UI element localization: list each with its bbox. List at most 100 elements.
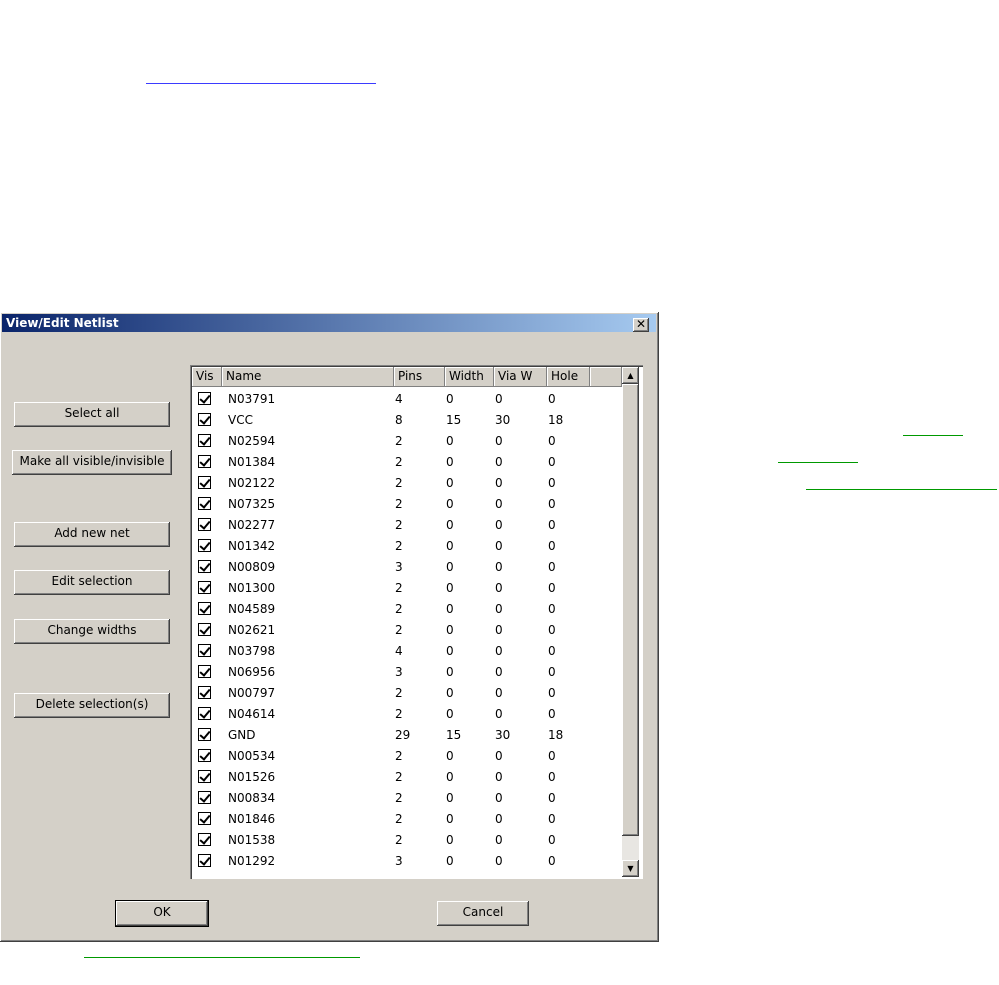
column-header-vis[interactable]: Vis <box>192 367 222 387</box>
page-link-underline-right-1[interactable] <box>903 435 963 436</box>
hole-cell: 0 <box>548 601 556 616</box>
table-row[interactable]: N00797 2 0 0 0 <box>192 682 622 703</box>
visibility-checkbox[interactable] <box>198 602 211 615</box>
table-row[interactable]: N06956 3 0 0 0 <box>192 661 622 682</box>
pins-cell: 2 <box>395 685 403 700</box>
table-row[interactable]: N01526 2 0 0 0 <box>192 766 622 787</box>
visibility-checkbox[interactable] <box>198 707 211 720</box>
table-row[interactable]: N07325 2 0 0 0 <box>192 493 622 514</box>
table-row[interactable]: VCC 8 15 30 18 <box>192 409 622 430</box>
visibility-checkbox[interactable] <box>198 728 211 741</box>
visibility-checkbox[interactable] <box>198 791 211 804</box>
table-row[interactable]: N01300 2 0 0 0 <box>192 577 622 598</box>
scroll-down-icon[interactable]: ▼ <box>622 860 639 877</box>
width-cell: 0 <box>446 559 454 574</box>
scroll-thumb[interactable] <box>622 384 639 836</box>
width-cell: 0 <box>446 391 454 406</box>
via-width-cell: 0 <box>495 790 503 805</box>
table-row[interactable]: GND 29 15 30 18 <box>192 724 622 745</box>
visibility-checkbox[interactable] <box>198 581 211 594</box>
scroll-up-icon[interactable]: ▲ <box>622 367 639 384</box>
visibility-checkbox[interactable] <box>198 455 211 468</box>
via-width-cell: 0 <box>495 769 503 784</box>
hole-cell: 0 <box>548 580 556 595</box>
table-row[interactable]: N03798 4 0 0 0 <box>192 640 622 661</box>
table-row[interactable]: N02594 2 0 0 0 <box>192 430 622 451</box>
table-row[interactable]: N00809 3 0 0 0 <box>192 556 622 577</box>
hole-cell: 0 <box>548 538 556 553</box>
pins-cell: 2 <box>395 790 403 805</box>
width-cell: 0 <box>446 853 454 868</box>
net-name-cell: N01846 <box>228 811 276 826</box>
net-name-cell: N06956 <box>228 664 276 679</box>
vertical-scrollbar[interactable]: ▲ ▼ <box>622 367 639 877</box>
net-name-cell: N01292 <box>228 853 276 868</box>
visibility-checkbox[interactable] <box>198 518 211 531</box>
cancel-button[interactable]: Cancel <box>437 901 529 926</box>
net-name-cell: N00797 <box>228 685 276 700</box>
change-widths-button[interactable]: Change widths <box>14 619 170 644</box>
column-header-via-w[interactable]: Via W <box>494 367 547 387</box>
table-row[interactable]: N00534 2 0 0 0 <box>192 745 622 766</box>
visibility-checkbox[interactable] <box>198 623 211 636</box>
pins-cell: 2 <box>395 748 403 763</box>
table-row[interactable]: N02122 2 0 0 0 <box>192 472 622 493</box>
close-icon[interactable]: ✕ <box>633 318 649 332</box>
dialog-titlebar[interactable]: View/Edit Netlist <box>2 314 656 332</box>
pins-cell: 3 <box>395 853 403 868</box>
visibility-checkbox[interactable] <box>198 476 211 489</box>
table-row[interactable]: N01384 2 0 0 0 <box>192 451 622 472</box>
table-row[interactable]: N01292 3 0 0 0 <box>192 850 622 871</box>
page-link-underline-right-3[interactable] <box>806 489 997 490</box>
column-header-spacer <box>590 367 622 387</box>
net-name-cell: N02594 <box>228 433 276 448</box>
page-link-underline-top[interactable] <box>146 83 376 84</box>
make-all-visible-button[interactable]: Make all visible/invisible <box>12 450 172 475</box>
table-row[interactable]: N01342 2 0 0 0 <box>192 535 622 556</box>
table-row[interactable]: N04589 2 0 0 0 <box>192 598 622 619</box>
column-header-name[interactable]: Name <box>222 367 394 387</box>
page-link-underline-right-2[interactable] <box>778 462 858 463</box>
visibility-checkbox[interactable] <box>198 812 211 825</box>
table-row[interactable]: N00834 2 0 0 0 <box>192 787 622 808</box>
visibility-checkbox[interactable] <box>198 392 211 405</box>
visibility-checkbox[interactable] <box>198 497 211 510</box>
table-row[interactable]: N01538 2 0 0 0 <box>192 829 622 850</box>
pins-cell: 2 <box>395 706 403 721</box>
table-header: Vis Name Pins Width Via W Hole <box>192 367 622 387</box>
table-row[interactable]: N02277 2 0 0 0 <box>192 514 622 535</box>
visibility-checkbox[interactable] <box>198 686 211 699</box>
visibility-checkbox[interactable] <box>198 854 211 867</box>
visibility-checkbox[interactable] <box>198 539 211 552</box>
visibility-checkbox[interactable] <box>198 833 211 846</box>
column-header-hole[interactable]: Hole <box>547 367 590 387</box>
table-row[interactable]: N04614 2 0 0 0 <box>192 703 622 724</box>
page-link-underline-bottom[interactable] <box>84 957 360 958</box>
ok-button[interactable]: OK <box>116 901 208 926</box>
via-width-cell: 0 <box>495 391 503 406</box>
width-cell: 0 <box>446 601 454 616</box>
table-row[interactable]: N03791 4 0 0 0 <box>192 388 622 409</box>
pins-cell: 2 <box>395 475 403 490</box>
table-row[interactable]: N02621 2 0 0 0 <box>192 619 622 640</box>
visibility-checkbox[interactable] <box>198 413 211 426</box>
net-name-cell: N03791 <box>228 391 276 406</box>
visibility-checkbox[interactable] <box>198 749 211 762</box>
edit-selection-button[interactable]: Edit selection <box>14 570 170 595</box>
hole-cell: 18 <box>548 412 564 427</box>
add-new-net-button[interactable]: Add new net <box>14 522 170 547</box>
column-header-pins[interactable]: Pins <box>394 367 445 387</box>
column-header-width[interactable]: Width <box>445 367 494 387</box>
visibility-checkbox[interactable] <box>198 770 211 783</box>
visibility-checkbox[interactable] <box>198 644 211 657</box>
table-row[interactable]: N01846 2 0 0 0 <box>192 808 622 829</box>
hole-cell: 0 <box>548 748 556 763</box>
visibility-checkbox[interactable] <box>198 665 211 678</box>
visibility-checkbox[interactable] <box>198 560 211 573</box>
select-all-button[interactable]: Select all <box>14 402 170 427</box>
delete-selections-button[interactable]: Delete selection(s) <box>14 693 170 718</box>
visibility-checkbox[interactable] <box>198 434 211 447</box>
net-name-cell: N01342 <box>228 538 276 553</box>
via-width-cell: 0 <box>495 643 503 658</box>
net-name-cell: N00809 <box>228 559 276 574</box>
